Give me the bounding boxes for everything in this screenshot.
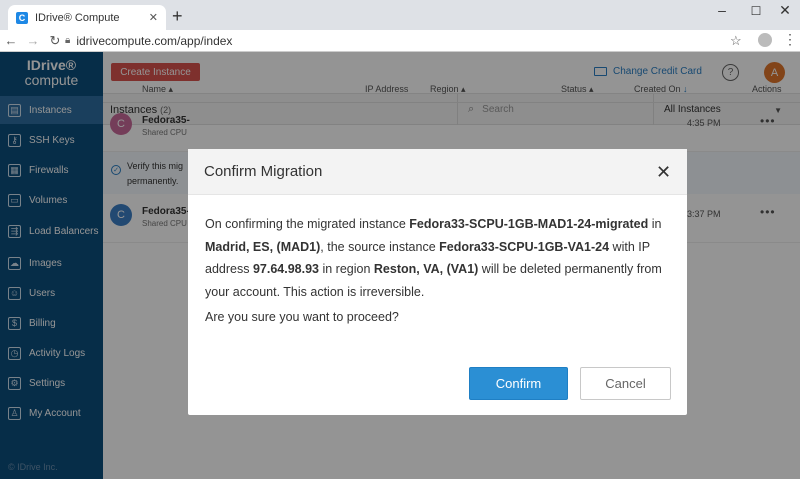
window-maximize-icon[interactable]: ☐ — [741, 4, 771, 18]
message-text: in — [648, 217, 662, 231]
bookmark-star-icon[interactable]: ☆ — [730, 33, 742, 49]
new-tab-icon[interactable]: + — [172, 6, 183, 27]
dialog-message: On confirming the migrated instance Fedo… — [205, 213, 675, 303]
browser-tab[interactable]: C IDrive® Compute ✕ — [8, 5, 166, 30]
message-text: , the source instance — [320, 239, 440, 254]
lock-icon: 🔒︎ — [65, 35, 71, 46]
migrated-instance-name: Fedora33-SCPU-1GB-MAD1-24-migrated — [409, 217, 649, 231]
message-text: in region — [319, 262, 374, 276]
browser-address-bar: ← → ↻ 🔒︎ idrivecompute.com/app/index ☆ ⋮ — [0, 30, 800, 52]
url-text: idrivecompute.com/app/index — [76, 33, 233, 48]
dialog-header: Confirm Migration ✕ — [188, 149, 687, 195]
cancel-button[interactable]: Cancel — [580, 367, 671, 400]
browser-tab-bar: C IDrive® Compute ✕ + – ☐ ✕ — [0, 0, 800, 30]
close-icon[interactable]: ✕ — [656, 163, 671, 181]
url-field[interactable]: 🔒︎ idrivecompute.com/app/index — [65, 31, 745, 50]
forward-arrow-icon[interactable]: → — [22, 33, 44, 48]
source-instance-name: Fedora33-SCPU-1GB-VA1-24 — [439, 239, 610, 254]
dialog-question: Are you sure you want to proceed? — [205, 310, 399, 324]
confirm-button[interactable]: Confirm — [469, 367, 568, 400]
idrive-favicon-icon: C — [16, 11, 28, 24]
confirm-migration-dialog: Confirm Migration ✕ On confirming the mi… — [188, 149, 687, 415]
old-region: Reston, VA, (VA1) — [373, 262, 479, 276]
tab-close-icon[interactable]: ✕ — [149, 11, 158, 24]
new-region: Madrid, ES, (MAD1) — [205, 239, 321, 254]
dialog-title: Confirm Migration — [204, 163, 323, 180]
tab-title: IDrive® Compute — [35, 11, 120, 24]
window-close-icon[interactable]: ✕ — [770, 2, 800, 19]
window-minimize-icon[interactable]: – — [707, 2, 737, 18]
message-text: On confirming the migrated instance — [205, 217, 410, 231]
browser-menu-icon[interactable]: ⋮ — [783, 31, 797, 48]
profile-icon[interactable] — [758, 33, 772, 47]
reload-icon[interactable]: ↻ — [44, 33, 66, 49]
back-arrow-icon[interactable]: ← — [0, 33, 22, 48]
ip-address: 97.64.98.93 — [252, 262, 319, 276]
